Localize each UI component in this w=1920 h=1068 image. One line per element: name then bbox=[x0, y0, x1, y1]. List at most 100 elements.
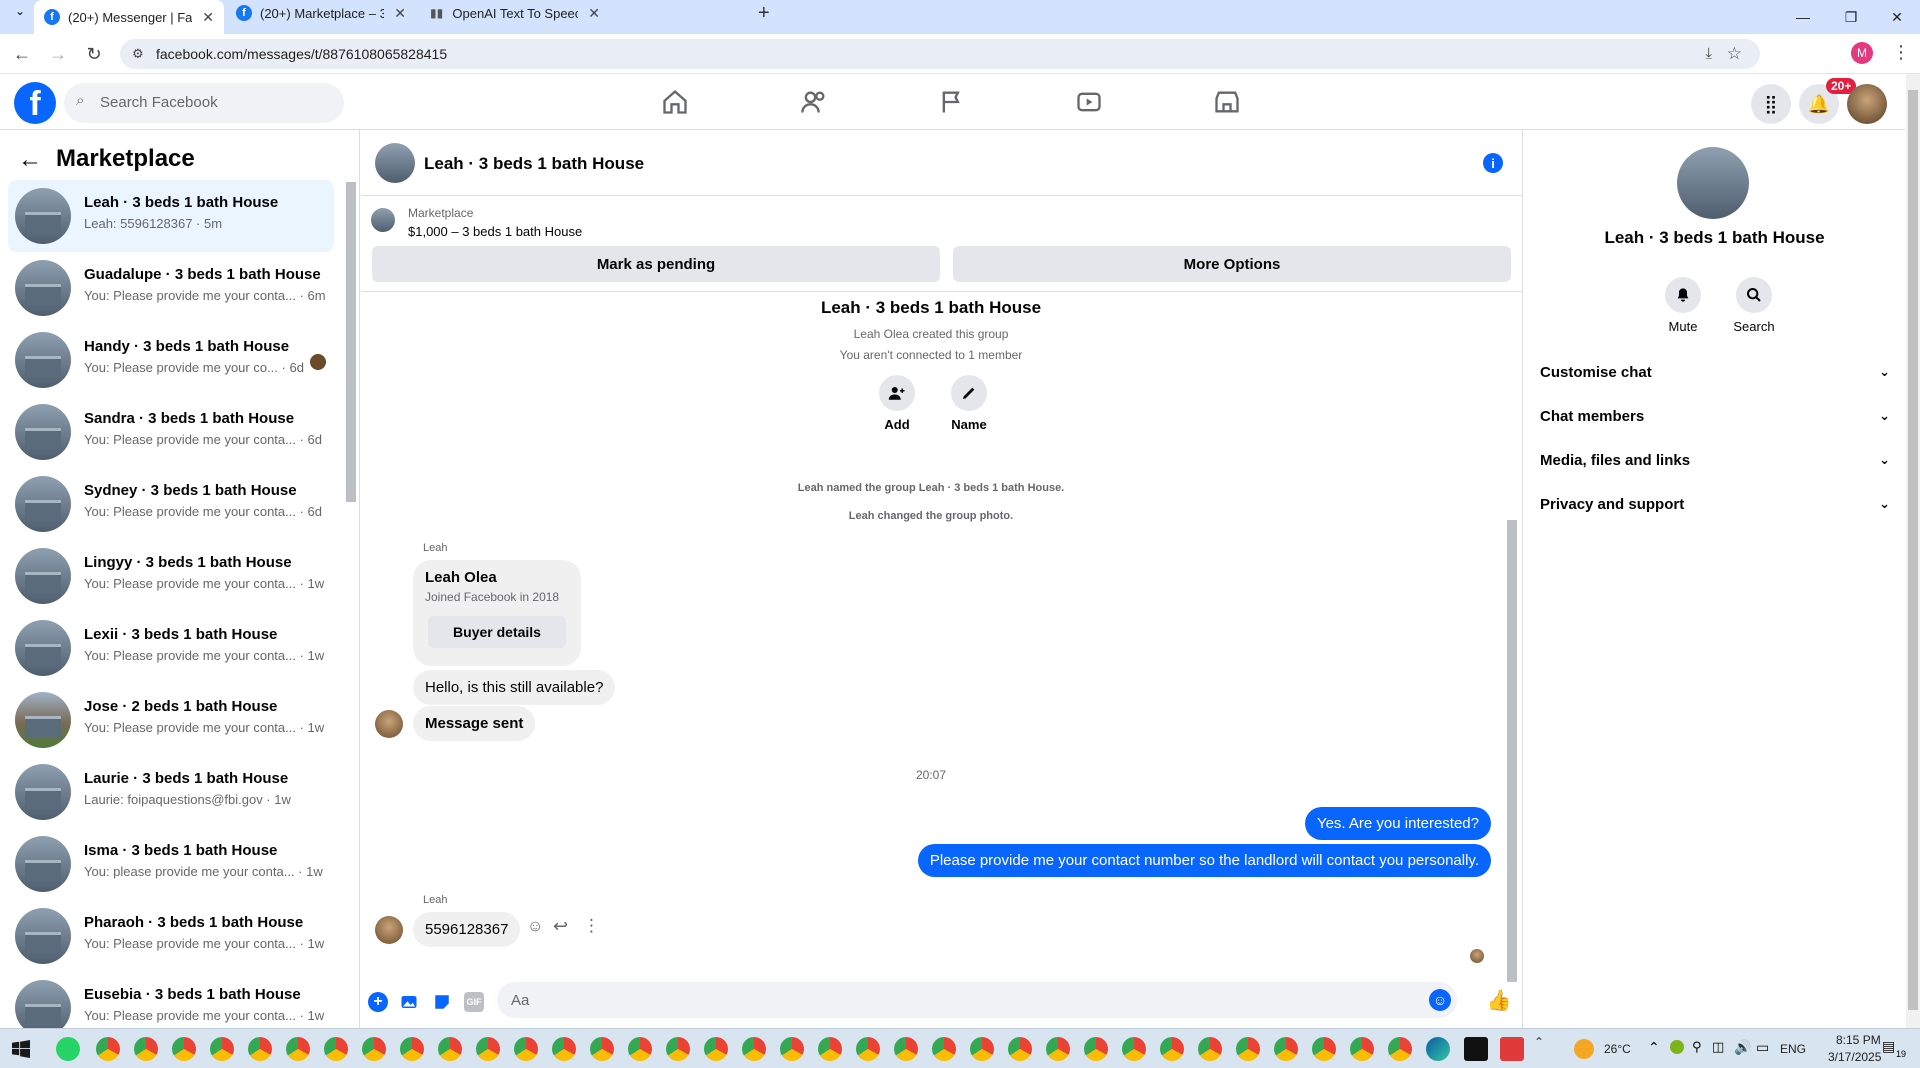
forward-icon[interactable]: → bbox=[46, 42, 70, 66]
chrome-profile-icon[interactable] bbox=[1084, 1037, 1108, 1061]
outgoing-message[interactable]: Yes. Are you interested? bbox=[1304, 807, 1491, 840]
chrome-profile-icon[interactable] bbox=[628, 1037, 652, 1061]
listing-title[interactable]: $1,000 – 3 beds 1 bath House bbox=[408, 224, 582, 239]
chrome-profile-icon[interactable] bbox=[1350, 1037, 1374, 1061]
edge-icon[interactable] bbox=[1426, 1037, 1450, 1061]
marketplace-icon[interactable] bbox=[1213, 88, 1241, 116]
chat-avatar[interactable] bbox=[375, 143, 415, 183]
chrome-profile-icon[interactable] bbox=[248, 1037, 272, 1061]
chrome-profile-icon[interactable] bbox=[742, 1037, 766, 1061]
tray-app-icon[interactable]: ⚲ bbox=[1692, 1039, 1702, 1055]
profile-avatar[interactable]: M bbox=[1851, 42, 1873, 64]
tray-app-icon[interactable]: ◫ bbox=[1712, 1039, 1724, 1055]
clock-date[interactable]: 3/17/2025 bbox=[1828, 1050, 1881, 1064]
chat-title[interactable]: Leah · 3 beds 1 bath House bbox=[424, 154, 644, 174]
conversation-item[interactable]: Isma · 3 beds 1 bath House You: please p… bbox=[8, 828, 334, 900]
site-info-icon[interactable]: ⚙ bbox=[132, 46, 144, 62]
name-group-button[interactable]: Name bbox=[939, 375, 999, 432]
chrome-profile-icon[interactable] bbox=[210, 1037, 234, 1061]
customise-chat-section[interactable]: Customise chat ⌄ bbox=[1540, 354, 1890, 390]
sidebar-scrollbar[interactable] bbox=[346, 182, 356, 502]
bookmark-star-icon[interactable]: ☆ bbox=[1727, 44, 1742, 64]
photo-icon[interactable] bbox=[399, 992, 419, 1012]
outgoing-message[interactable]: Please provide me your contact number so… bbox=[917, 844, 1491, 877]
app-icon[interactable] bbox=[1500, 1037, 1524, 1061]
pycharm-icon[interactable] bbox=[1464, 1037, 1488, 1061]
show-hidden-icons-icon[interactable]: ⌃ bbox=[1534, 1035, 1544, 1049]
react-emoji-icon[interactable]: ☺ bbox=[527, 918, 543, 936]
tab-marketplace[interactable]: f (20+) Marketplace – 3 beds 1 b ✕ bbox=[226, 0, 416, 26]
plus-circle-icon[interactable]: + bbox=[368, 992, 388, 1012]
new-tab-button[interactable]: + bbox=[758, 2, 770, 25]
conversation-item[interactable]: Handy · 3 beds 1 bath House You: Please … bbox=[8, 324, 334, 396]
omnibox[interactable]: ⚙ facebook.com/messages/t/88761080658284… bbox=[120, 39, 1760, 69]
back-icon[interactable]: ← bbox=[10, 42, 34, 66]
incoming-message[interactable]: Hello, is this still available? bbox=[413, 670, 616, 705]
temperature[interactable]: 26°C bbox=[1604, 1042, 1631, 1056]
facebook-logo-icon[interactable]: f bbox=[14, 82, 56, 124]
tray-chevron-icon[interactable]: ⌃ bbox=[1648, 1039, 1660, 1056]
home-icon[interactable] bbox=[661, 88, 689, 116]
incoming-message[interactable]: 5596128367 bbox=[413, 912, 521, 947]
tab-search-icon[interactable]: ⌄ bbox=[8, 4, 32, 22]
group-avatar[interactable] bbox=[1677, 147, 1749, 219]
chrome-profile-icon[interactable] bbox=[1046, 1037, 1070, 1061]
chrome-profile-icon[interactable] bbox=[400, 1037, 424, 1061]
page-scrollbar[interactable] bbox=[1906, 74, 1920, 1028]
buyer-details-button[interactable]: Buyer details bbox=[428, 616, 566, 648]
clock-time[interactable]: 8:15 PM bbox=[1836, 1033, 1881, 1047]
chrome-profile-icon[interactable] bbox=[856, 1037, 880, 1061]
chrome-profile-icon[interactable] bbox=[1160, 1037, 1184, 1061]
conversation-item[interactable]: Sydney · 3 beds 1 bath House You: Please… bbox=[8, 468, 334, 540]
chrome-profile-icon[interactable] bbox=[780, 1037, 804, 1061]
reload-icon[interactable]: ↻ bbox=[82, 42, 106, 66]
chrome-profile-icon[interactable] bbox=[932, 1037, 956, 1061]
chrome-profile-icon[interactable] bbox=[324, 1037, 348, 1061]
notifications-center-icon[interactable]: ▤ bbox=[1882, 1038, 1895, 1055]
weather-icon[interactable] bbox=[1574, 1039, 1594, 1059]
back-arrow-icon[interactable]: ← bbox=[18, 146, 42, 174]
mute-button[interactable]: Mute bbox=[1653, 277, 1713, 334]
chrome-profile-icon[interactable] bbox=[286, 1037, 310, 1061]
restore-icon[interactable]: ❐ bbox=[1828, 0, 1874, 34]
tab-messenger[interactable]: f (20+) Messenger | Facebook ✕ bbox=[34, 0, 224, 34]
chrome-profile-icon[interactable] bbox=[1388, 1037, 1412, 1061]
tray-app-icon[interactable] bbox=[1670, 1040, 1684, 1054]
sender-avatar[interactable] bbox=[375, 710, 403, 738]
pages-flag-icon[interactable] bbox=[938, 88, 966, 116]
more-options-button[interactable]: More Options bbox=[953, 246, 1511, 282]
close-tab-icon[interactable]: ✕ bbox=[202, 9, 214, 26]
conversation-item[interactable]: Jose · 2 beds 1 bath House You: Please p… bbox=[8, 684, 334, 756]
mark-as-pending-button[interactable]: Mark as pending bbox=[372, 246, 940, 282]
chrome-profile-icon[interactable] bbox=[362, 1037, 386, 1061]
conversation-item[interactable]: Eusebia · 3 beds 1 bath House You: Pleas… bbox=[8, 972, 334, 1028]
privacy-support-section[interactable]: Privacy and support ⌄ bbox=[1540, 486, 1890, 522]
reply-icon[interactable]: ↩ bbox=[553, 916, 568, 937]
chat-members-section[interactable]: Chat members ⌄ bbox=[1540, 398, 1890, 434]
chrome-profile-icon[interactable] bbox=[1198, 1037, 1222, 1061]
chrome-profile-icon[interactable] bbox=[438, 1037, 462, 1061]
conversation-item[interactable]: Sandra · 3 beds 1 bath House You: Please… bbox=[8, 396, 334, 468]
more-actions-icon[interactable]: ⋮ bbox=[583, 916, 600, 936]
chrome-profile-icon[interactable] bbox=[1008, 1037, 1032, 1061]
account-avatar[interactable] bbox=[1847, 84, 1887, 124]
chrome-profile-icon[interactable] bbox=[1236, 1037, 1260, 1061]
chrome-profile-icon[interactable] bbox=[476, 1037, 500, 1061]
close-tab-icon[interactable]: ✕ bbox=[588, 5, 600, 22]
language-indicator[interactable]: ENG bbox=[1780, 1042, 1806, 1056]
chrome-profile-icon[interactable] bbox=[172, 1037, 196, 1061]
whatsapp-icon[interactable] bbox=[56, 1037, 80, 1061]
tab-openai-tts[interactable]: ▮▮ OpenAI Text To Speech | Advan ✕ bbox=[420, 0, 610, 26]
thumbs-up-icon[interactable]: 👍 bbox=[1487, 990, 1512, 1012]
chrome-profile-icon[interactable] bbox=[1274, 1037, 1298, 1061]
message-input[interactable]: Aa ☺ bbox=[497, 982, 1457, 1018]
chrome-profile-icon[interactable] bbox=[970, 1037, 994, 1061]
chrome-profile-icon[interactable] bbox=[96, 1037, 120, 1061]
friends-icon[interactable] bbox=[800, 88, 828, 116]
chrome-profile-icon[interactable] bbox=[894, 1037, 918, 1061]
search-in-chat-button[interactable]: Search bbox=[1724, 277, 1784, 334]
page-scroll-thumb[interactable] bbox=[1908, 90, 1918, 1010]
chat-scrollbar[interactable] bbox=[1507, 292, 1517, 982]
sticker-icon[interactable] bbox=[432, 992, 452, 1012]
chrome-profile-icon[interactable] bbox=[134, 1037, 158, 1061]
